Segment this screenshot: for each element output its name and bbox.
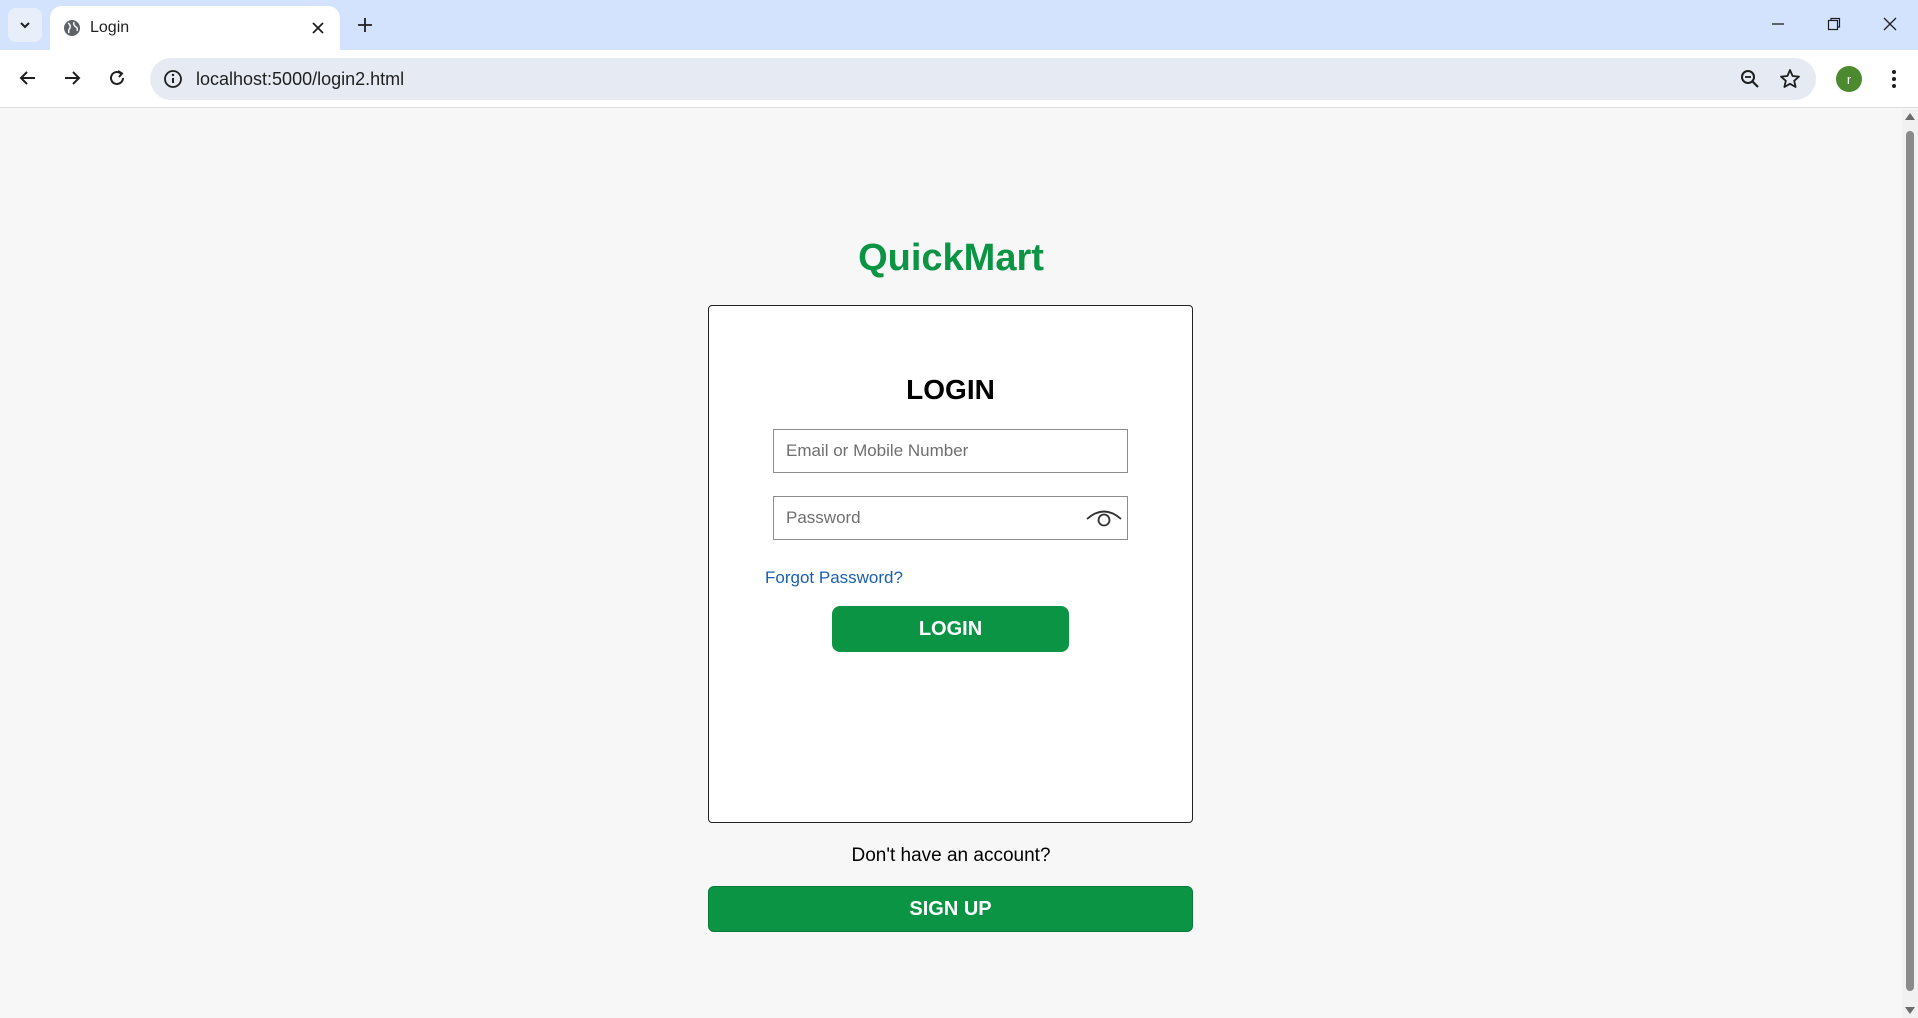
login-heading: LOGIN	[906, 374, 995, 405]
page-scrollbar[interactable]	[1902, 109, 1918, 1018]
minimize-icon	[1772, 23, 1784, 25]
no-account-text: Don't have an account?	[851, 845, 1051, 866]
tab-list-icon	[20, 22, 30, 29]
globe-icon	[64, 20, 80, 36]
scroll-down-arrow[interactable]	[1905, 1007, 1915, 1014]
profile-avatar[interactable]: r	[1836, 66, 1862, 92]
scroll-thumb[interactable]	[1906, 131, 1914, 991]
login-button[interactable]: LOGIN	[832, 606, 1069, 652]
forgot-password-link[interactable]: Forgot Password?	[765, 568, 903, 588]
star-icon[interactable]	[1778, 67, 1802, 91]
browser-tab-bar: Login	[0, 0, 1918, 50]
scroll-up-arrow[interactable]	[1905, 113, 1915, 120]
password-field[interactable]	[774, 497, 1127, 539]
signup-button[interactable]: SIGN UP	[708, 886, 1193, 932]
reload-button[interactable]	[101, 62, 133, 94]
back-icon	[19, 71, 35, 85]
login-card: LOGIN Forgot Password? LOGIN	[708, 305, 1193, 823]
password-field-container	[773, 496, 1128, 540]
address-bar[interactable]: localhost:5000/login2.html	[150, 58, 1816, 100]
email-field-container	[773, 429, 1128, 473]
forward-icon	[65, 71, 81, 85]
browser-tab-login[interactable]: Login	[50, 6, 340, 50]
tab-title: Login	[90, 19, 130, 36]
restore-button[interactable]	[1814, 6, 1854, 42]
browser-menu-button[interactable]	[1880, 64, 1908, 94]
window-close-icon	[1883, 17, 1897, 31]
email-field[interactable]	[774, 430, 1127, 472]
reload-icon	[110, 70, 124, 85]
brand-title: QuickMart	[858, 237, 1044, 279]
tab-close-button[interactable]	[306, 16, 330, 40]
plus-icon	[358, 18, 372, 32]
info-icon[interactable]	[162, 68, 184, 90]
url-text[interactable]: localhost:5000/login2.html	[196, 69, 404, 90]
forward-button[interactable]	[56, 62, 88, 94]
back-button[interactable]	[12, 62, 44, 94]
kebab-menu-icon	[1892, 70, 1896, 88]
restore-icon	[1827, 17, 1841, 31]
minimize-button[interactable]	[1758, 6, 1798, 42]
zoom-icon[interactable]	[1738, 67, 1762, 91]
window-close-button[interactable]	[1870, 6, 1910, 42]
tab-search-button[interactable]	[8, 8, 42, 42]
close-icon	[312, 22, 324, 34]
new-tab-button[interactable]	[350, 10, 380, 40]
eye-icon[interactable]	[1085, 506, 1123, 532]
browser-toolbar: localhost:5000/login2.html r	[0, 50, 1918, 108]
